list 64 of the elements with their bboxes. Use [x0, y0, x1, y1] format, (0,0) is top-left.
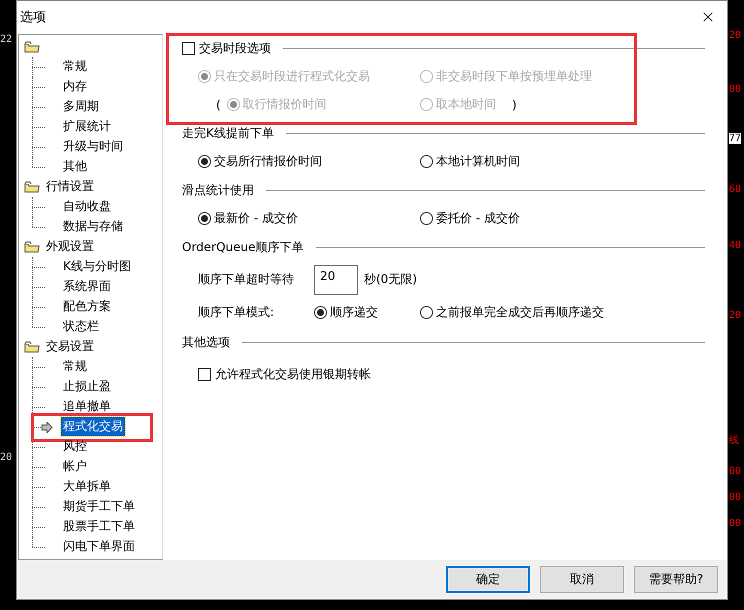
chart-label: 60	[729, 184, 742, 195]
section-title: 其他选项	[182, 334, 230, 351]
chart-label: 20	[0, 452, 12, 463]
chart-label: 00	[729, 466, 742, 477]
chart-label: 线	[729, 434, 739, 447]
radio-option[interactable]: 交易所行情报价时间	[198, 153, 322, 170]
tree-item[interactable]: 内存	[61, 77, 89, 96]
dialog-button[interactable]: 需要帮助?	[634, 566, 718, 593]
folder-icon	[24, 340, 40, 353]
tree-item[interactable]: 股票手工下单	[61, 517, 137, 536]
tree-item[interactable]: 常规	[61, 357, 89, 376]
radio-option[interactable]: 委托价 - 成交价	[420, 210, 520, 228]
tree-item[interactable]: 期货手工下单	[61, 497, 137, 516]
tree-group[interactable]: 外观设置	[46, 238, 94, 256]
tree-item[interactable]: 其他	[61, 157, 89, 176]
tree-item[interactable]: 系统界面	[61, 277, 113, 296]
tree-item[interactable]: 扩展统计	[61, 117, 113, 136]
chart-label: 00	[729, 84, 742, 95]
section-title: 滑点统计使用	[182, 182, 254, 199]
tree-item[interactable]: 自动收盘	[61, 197, 113, 216]
folder-icon	[24, 40, 40, 53]
tree-item[interactable]: 数据与存储	[61, 217, 125, 236]
tree-item[interactable]: 状态栏	[61, 317, 101, 336]
folder-icon	[24, 240, 40, 253]
chart-label: 22	[0, 34, 12, 45]
tree-item[interactable]: 帐户	[61, 457, 89, 476]
chart-label: 40	[729, 240, 742, 251]
unit-text: 秒(0无限)	[364, 271, 417, 288]
tree-item[interactable]: 大单拆单	[61, 477, 113, 496]
paren-text: )	[512, 98, 517, 112]
tree-item[interactable]: 追单撤单	[61, 397, 113, 416]
dialog-button[interactable]: 确定	[446, 566, 530, 593]
tree-group[interactable]: 行情设置	[46, 178, 94, 196]
section-title: 走完K线提前下单	[182, 124, 274, 142]
tree-item[interactable]: 止损止盈	[61, 377, 113, 396]
field-label: 顺序下单模式:	[198, 304, 274, 322]
chart-label: 20	[729, 30, 742, 41]
radio-option[interactable]: 顺序递交	[314, 304, 378, 322]
arrow-icon	[41, 422, 53, 433]
tree-item[interactable]: 常规	[61, 57, 89, 76]
chart-label: 20	[729, 310, 742, 321]
tree-item[interactable]: 多周期	[61, 97, 101, 116]
tree-item[interactable]: 风控	[61, 437, 89, 456]
chart-label: 00	[729, 518, 742, 529]
tree-item[interactable]: 配色方案	[61, 297, 113, 316]
section-checkbox[interactable]: 交易时段选项	[182, 40, 271, 57]
dialog-button[interactable]: 取消	[540, 566, 624, 593]
window-title: 选项	[20, 9, 46, 26]
radio-option[interactable]: 本地计算机时间	[420, 153, 520, 170]
option-checkbox[interactable]: 允许程式化交易使用银期转帐	[198, 366, 371, 384]
tree-item[interactable]: K线与分时图	[61, 257, 133, 276]
paren-text: (	[216, 98, 221, 112]
radio-option[interactable]: 最新价 - 成交价	[198, 210, 298, 228]
field-label: 顺序下单超时等待	[198, 271, 294, 288]
tree-item[interactable]: 闪电下单界面	[61, 537, 137, 556]
tree-group[interactable]: 交易设置	[46, 338, 94, 356]
section-title: OrderQueue顺序下单	[182, 238, 304, 256]
tree-item[interactable]: 升级与时间	[61, 137, 125, 156]
tree-item[interactable]: 程式化交易	[61, 417, 125, 436]
timeout-input[interactable]: 20	[314, 264, 358, 295]
chart-label: 77	[729, 133, 742, 144]
radio-option[interactable]: 之前报单完全成交后再顺序递交	[420, 304, 604, 322]
chart-label: 00	[729, 492, 742, 503]
folder-icon	[24, 180, 40, 193]
